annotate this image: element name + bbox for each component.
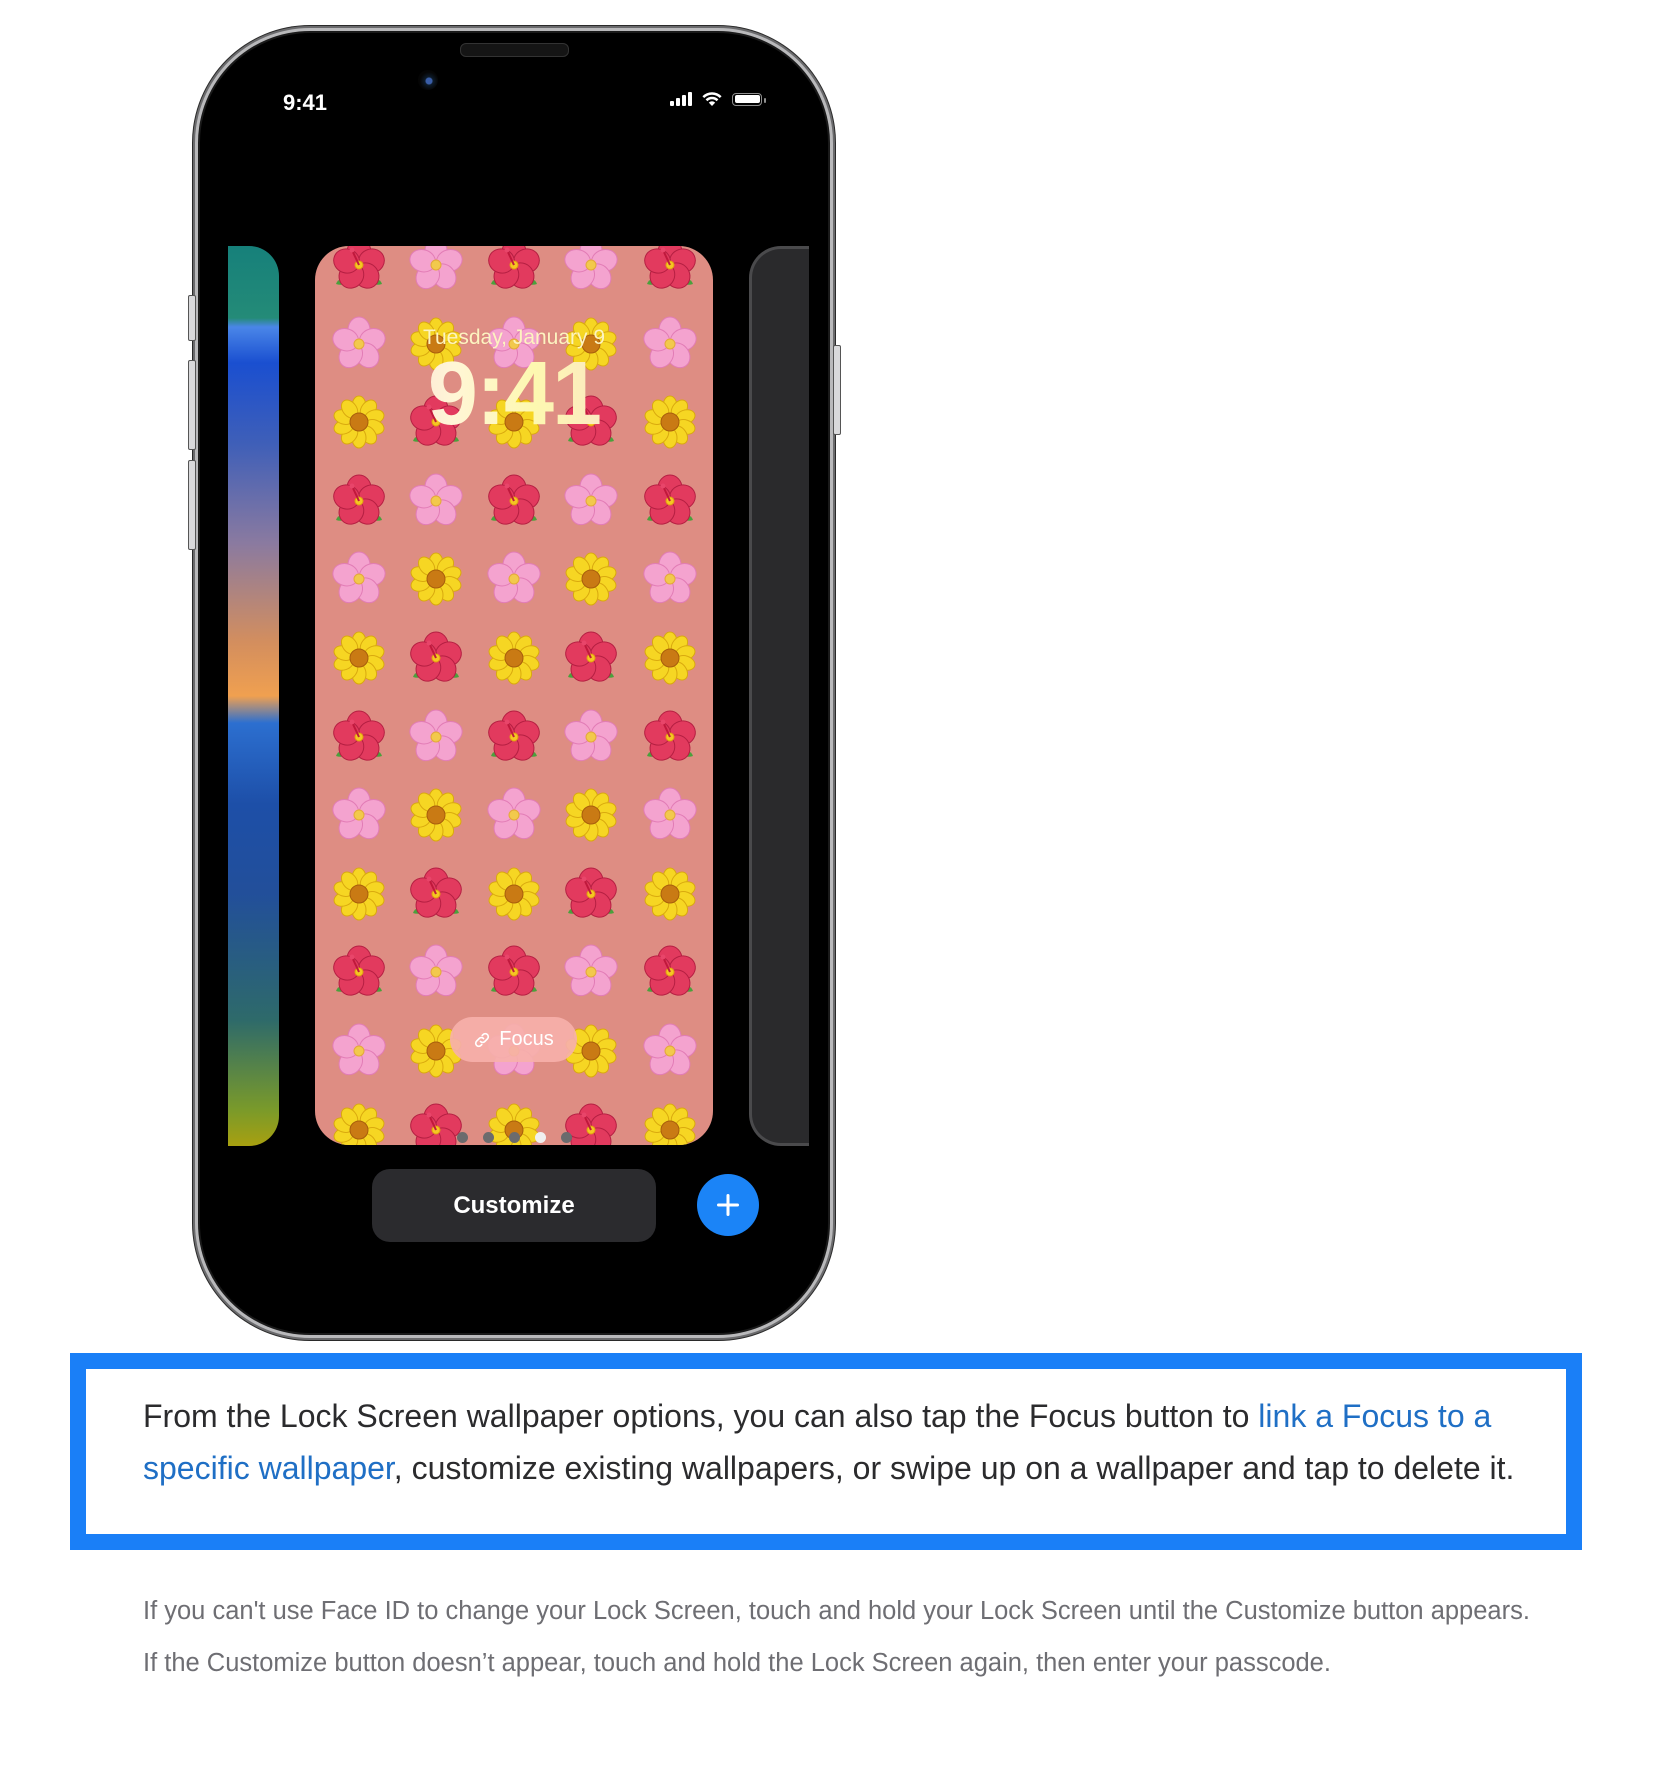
sunflower-emoji [644,1103,696,1145]
cherry-blossom-emoji [564,246,618,290]
next-wallpaper-card[interactable] [749,246,809,1146]
cherry-blossom-emoji [409,473,463,525]
cherry-blossom-emoji [332,787,386,840]
focus-button[interactable]: Focus [450,1017,577,1062]
sunflower-emoji [410,788,462,842]
cherry-blossom-emoji [564,709,618,761]
focus-button-label: Focus [499,1028,554,1050]
hibiscus-emoji [565,631,617,682]
hibiscus-emoji [488,945,540,997]
cherry-blossom-emoji [409,246,463,290]
hibiscus-emoji [333,246,385,289]
cherry-blossom-emoji [643,1023,697,1076]
paragraph1-text-end: , customize existing wallpapers, or swip… [393,1450,1515,1486]
paragraph1-text-start: From the Lock Screen wallpaper options, … [143,1398,1259,1434]
plus-icon [717,1194,739,1216]
earpiece-speaker [460,43,569,57]
power-button [833,345,841,435]
wifi-icon [702,92,722,106]
link-icon [475,1032,490,1047]
hibiscus-emoji [333,945,385,997]
page-indicator[interactable] [457,1132,572,1143]
page-dot[interactable] [561,1132,572,1143]
page-dot[interactable] [483,1132,494,1143]
cherry-blossom-emoji [564,473,618,525]
hibiscus-emoji [488,474,540,525]
sunflower-emoji [410,552,462,606]
sunflower-emoji [333,631,385,685]
status-bar-time: 9:41 [283,90,328,115]
cellular-signal-icon [670,92,692,106]
hibiscus-emoji [644,474,696,525]
cherry-blossom-emoji [643,551,697,604]
cherry-blossom-emoji [564,944,618,997]
sunflower-emoji [644,867,696,921]
cherry-blossom-emoji [409,944,463,997]
cherry-blossom-emoji [487,787,541,840]
page-dot[interactable] [457,1132,468,1143]
cherry-blossom-emoji [487,551,541,604]
front-camera [418,70,438,90]
page-dot[interactable] [535,1132,546,1143]
hibiscus-emoji [644,945,696,997]
cherry-blossom-emoji [409,709,463,761]
sunflower-emoji [565,788,617,842]
hibiscus-emoji [565,867,617,918]
lock-screen-clock: 9:41 [315,349,713,439]
current-wallpaper-card[interactable]: Tuesday, January 9 9:41 Focus [315,246,713,1145]
paragraph-focus-link: From the Lock Screen wallpaper options, … [143,1390,1543,1494]
sunflower-emoji [565,552,617,606]
hibiscus-emoji [644,710,696,761]
volume-up-button [188,360,196,450]
sunflower-emoji [333,1103,385,1145]
mute-switch [188,295,196,341]
hibiscus-emoji [410,631,462,682]
iphone-mockup: 9:41 EMOJI Tuesday, January 9 9:41 Focus… [188,33,841,1333]
hibiscus-emoji [488,246,540,289]
add-wallpaper-button[interactable] [697,1174,759,1236]
cherry-blossom-emoji [332,1023,386,1076]
cherry-blossom-emoji [332,551,386,604]
battery-icon [732,92,766,106]
hibiscus-emoji [644,246,696,289]
sunflower-emoji [488,867,540,921]
hibiscus-emoji [488,710,540,761]
sunflower-emoji [333,867,385,921]
page-dot[interactable] [509,1132,520,1143]
hibiscus-emoji [333,710,385,761]
previous-wallpaper-card[interactable] [228,246,279,1146]
cherry-blossom-emoji [643,787,697,840]
hibiscus-emoji [410,867,462,918]
hibiscus-emoji [333,474,385,525]
sunflower-emoji [488,631,540,685]
customize-button[interactable]: Customize [372,1169,656,1242]
status-bar-icons [670,91,766,107]
sunflower-emoji [644,631,696,685]
volume-down-button [188,460,196,550]
paragraph-face-id-note: If you can't use Face ID to change your … [143,1597,1530,1677]
